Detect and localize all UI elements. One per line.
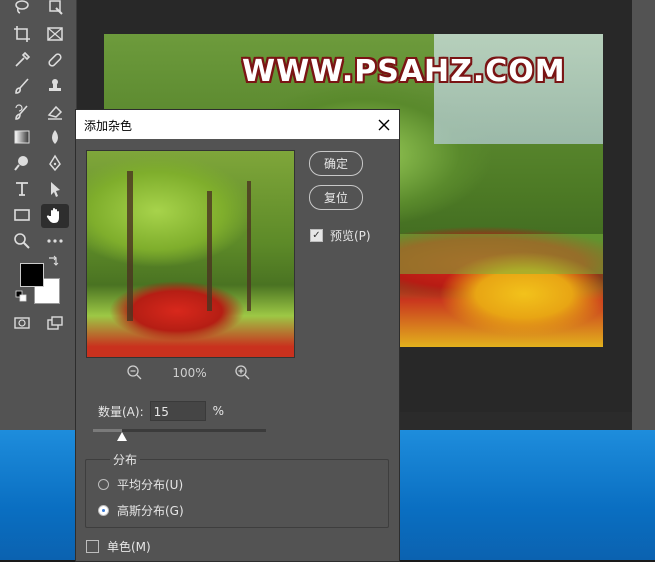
watermark-text: WWW.PSAHZ.COM: [242, 54, 566, 89]
amount-slider-thumb[interactable]: [117, 432, 128, 441]
gaussian-label: 高斯分布(G): [117, 504, 184, 518]
preview-zoom-row: 100%: [86, 364, 293, 382]
ok-button[interactable]: 确定: [309, 151, 363, 176]
preview-checkbox-row[interactable]: ✓ 预览(P): [310, 227, 371, 244]
add-noise-dialog: 添加杂色 100% 确定 复位 ✓ 预览(P) 数量(A): 15 % 分布 平…: [75, 109, 400, 562]
uniform-radio[interactable]: [98, 479, 109, 490]
path-select-icon[interactable]: [43, 178, 67, 200]
monochromatic-checkbox[interactable]: [86, 540, 99, 553]
tools-panel: [0, 0, 77, 432]
rectangle-icon[interactable]: [10, 204, 34, 226]
preview-label: 预览(P): [330, 229, 371, 243]
default-colors-icon[interactable]: [15, 290, 27, 302]
brush-icon[interactable]: [10, 75, 34, 97]
zoom-in-icon[interactable]: [234, 364, 252, 382]
zoom-icon[interactable]: [10, 230, 34, 252]
reset-button[interactable]: 复位: [309, 185, 363, 210]
pen-icon[interactable]: [43, 152, 67, 174]
distribution-group: 分布 平均分布(U) 高斯分布(G): [85, 451, 389, 528]
monochromatic-label: 单色(M): [107, 540, 151, 554]
blur-icon[interactable]: [43, 126, 67, 148]
gradient-icon[interactable]: [10, 126, 34, 148]
close-icon[interactable]: [368, 110, 399, 139]
preview-checkbox[interactable]: ✓: [310, 229, 323, 242]
eyedropper-icon[interactable]: [10, 49, 34, 71]
more-tools-icon[interactable]: [43, 230, 67, 252]
amount-label: 数量(A):: [98, 404, 144, 419]
gaussian-radio[interactable]: [98, 505, 109, 516]
distribution-legend: 分布: [110, 451, 141, 468]
crop-icon[interactable]: [10, 23, 34, 45]
uniform-option[interactable]: 平均分布(U): [98, 476, 183, 493]
amount-unit: %: [212, 404, 225, 418]
amount-row: 数量(A): 15 %: [98, 401, 224, 421]
magic-wand-icon[interactable]: [43, 0, 67, 18]
amount-input[interactable]: 15: [149, 401, 206, 421]
dialog-title: 添加杂色: [84, 119, 133, 133]
zoom-level: 100%: [172, 366, 207, 380]
stamp-icon[interactable]: [43, 75, 67, 97]
monochromatic-row[interactable]: 单色(M): [86, 538, 151, 555]
uniform-label: 平均分布(U): [117, 478, 184, 492]
panel-strip: [632, 0, 655, 432]
foreground-color-swatch[interactable]: [20, 263, 44, 287]
history-brush-icon[interactable]: [10, 101, 34, 123]
lasso-icon[interactable]: [10, 0, 34, 18]
hand-icon[interactable]: [41, 204, 69, 228]
healing-brush-icon[interactable]: [43, 49, 67, 71]
dialog-titlebar: 添加杂色: [76, 110, 399, 139]
dodge-icon[interactable]: [10, 152, 34, 174]
screen-mode-icon[interactable]: [43, 312, 67, 334]
type-icon[interactable]: [10, 178, 34, 200]
swap-colors-icon[interactable]: [46, 255, 60, 269]
frame-icon[interactable]: [43, 23, 67, 45]
gaussian-option[interactable]: 高斯分布(G): [98, 502, 184, 519]
quick-mask-icon[interactable]: [10, 312, 34, 334]
eraser-icon[interactable]: [43, 101, 67, 123]
filter-preview-image[interactable]: [86, 150, 295, 358]
